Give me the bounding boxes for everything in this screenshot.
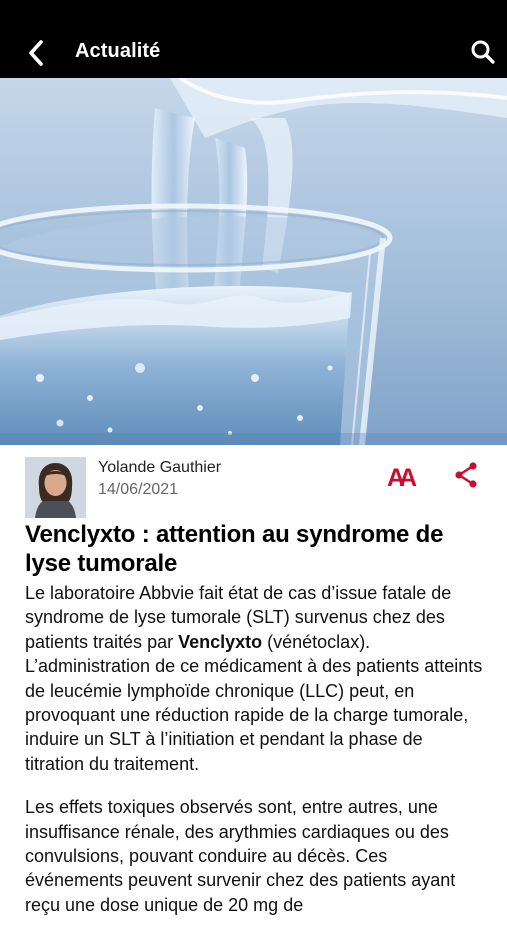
article-body: Venclyxto : attention au syndrome de lys… xyxy=(25,520,483,936)
back-button[interactable] xyxy=(22,38,50,68)
paragraph-text: (vénétoclax). L’administration de ce méd… xyxy=(25,631,483,774)
top-navigation-bar: Actualité xyxy=(0,0,507,78)
font-size-label: AA xyxy=(387,464,417,492)
article-meta: Yolande Gauthier 14/06/2021 AA xyxy=(25,457,485,519)
article-paragraph-1: Le laboratoire Abbvie fait état de cas d… xyxy=(25,581,483,776)
search-icon xyxy=(471,40,495,64)
drug-name: Venclyxto xyxy=(178,631,263,652)
share-button[interactable] xyxy=(453,461,479,489)
share-icon xyxy=(455,462,477,488)
author-name: Yolande Gauthier xyxy=(98,459,222,476)
font-size-button[interactable]: AA xyxy=(387,464,417,492)
author-avatar xyxy=(25,457,86,518)
page-title: Actualité xyxy=(75,40,161,62)
water-glass-illustration xyxy=(0,78,507,445)
article-paragraph-2: Les effets toxiques observés sont, entre… xyxy=(25,797,456,915)
article-title: Venclyxto : attention au syndrome de lys… xyxy=(25,521,444,577)
article-hero-image xyxy=(0,78,507,445)
chevron-left-icon xyxy=(29,40,43,66)
search-button[interactable] xyxy=(469,38,497,66)
publish-date: 14/06/2021 xyxy=(98,481,179,498)
